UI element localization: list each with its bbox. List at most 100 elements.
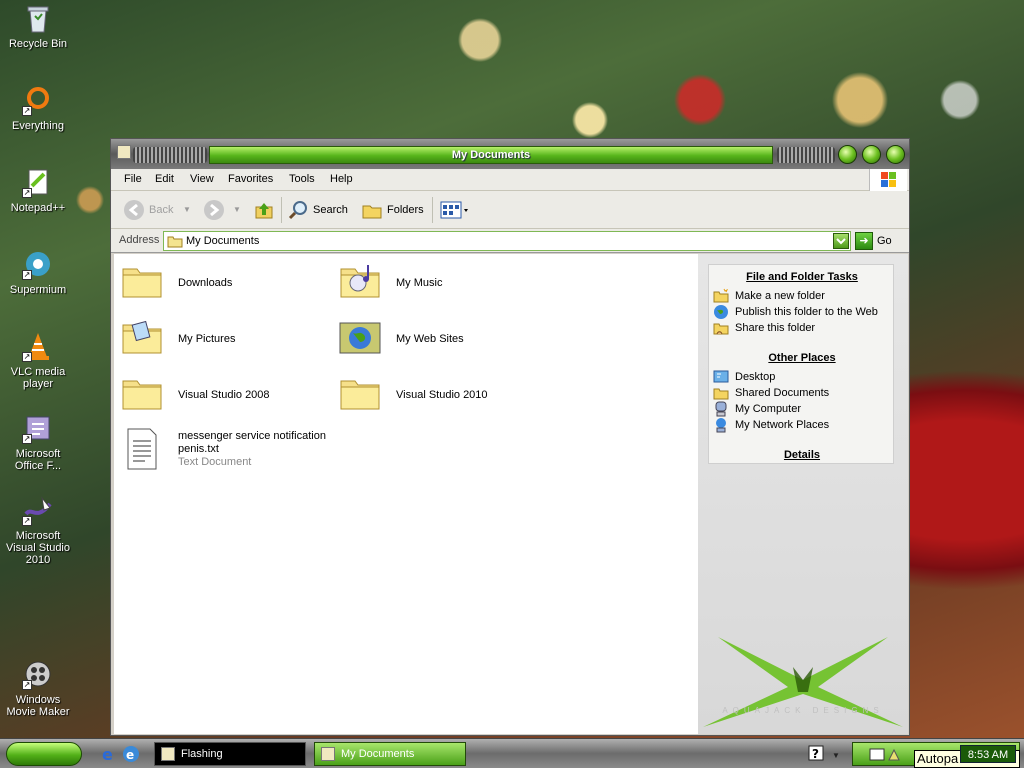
search-icon xyxy=(288,201,307,220)
clock[interactable]: 8:53 AM xyxy=(960,745,1016,763)
views-button[interactable] xyxy=(439,197,473,223)
taskbar-button-flashing[interactable]: Flashing xyxy=(154,742,306,766)
folder-window-icon[interactable] xyxy=(117,145,131,159)
list-item-my-web-sites[interactable]: My Web Sites xyxy=(338,316,548,362)
desktop-icon-label: VLC media player xyxy=(10,366,66,390)
task-pane: File and Folder Tasks Make a new folder … xyxy=(698,254,908,734)
folder-icon xyxy=(120,261,168,305)
svg-text:e: e xyxy=(102,745,113,763)
tray-network-icon[interactable] xyxy=(887,747,903,763)
menu-edit[interactable]: Edit xyxy=(155,173,174,185)
file-name: My Web Sites xyxy=(396,332,464,345)
vlc-cone-icon: ↗ xyxy=(22,330,54,362)
address-field[interactable]: My Documents xyxy=(163,231,851,251)
menu-file[interactable]: File xyxy=(124,173,142,185)
back-dropdown-icon[interactable]: ▼ xyxy=(183,205,191,214)
recycle-bin-icon xyxy=(22,2,54,34)
list-item-visual-studio-2008[interactable]: Visual Studio 2008 xyxy=(120,372,330,418)
other-places-heading[interactable]: Other Places xyxy=(709,352,895,364)
shortcut-arrow-icon: ↗ xyxy=(22,188,32,198)
up-folder-button[interactable] xyxy=(253,197,279,223)
svg-text:e: e xyxy=(126,748,134,762)
desktop-icon-label: Microsoft Visual Studio 2010 xyxy=(5,530,70,566)
back-button[interactable]: Back xyxy=(123,197,173,223)
window-icon xyxy=(161,747,175,761)
file-name: My Pictures xyxy=(178,332,236,345)
browser-quicklaunch-icon[interactable]: e xyxy=(122,745,140,763)
new-folder-icon xyxy=(713,288,729,303)
documents-folder-icon xyxy=(167,236,183,248)
file-name: Visual Studio 2008 xyxy=(178,388,270,401)
place-my-computer[interactable]: My Computer xyxy=(713,401,801,417)
desktop-icon-label: Everything xyxy=(12,120,64,132)
close-button[interactable] xyxy=(886,145,905,164)
address-dropdown-button[interactable] xyxy=(833,233,849,249)
menu-view[interactable]: View xyxy=(190,173,214,185)
list-item-text-document[interactable]: messenger service notification penis.txt… xyxy=(120,426,340,472)
desktop-icon-vlc[interactable]: ↗ VLC media player xyxy=(0,330,76,390)
forward-dropdown-icon[interactable]: ▼ xyxy=(233,205,241,214)
title-bar[interactable]: My Documents xyxy=(111,139,909,169)
up-folder-icon xyxy=(255,203,273,219)
help-icon[interactable]: ? xyxy=(808,745,824,763)
task-pane-box: File and Folder Tasks Make a new folder … xyxy=(708,264,894,464)
list-item-visual-studio-2010[interactable]: Visual Studio 2010 xyxy=(338,372,548,418)
place-label: My Network Places xyxy=(735,419,830,431)
pictures-folder-icon xyxy=(120,317,168,361)
taskbar: e e Flashing My Documents ? ▼ xyxy=(0,738,1024,768)
shortcut-arrow-icon: ↗ xyxy=(22,516,32,526)
brand-text: AQUAJACK DESIGNS xyxy=(722,706,884,715)
desktop-icon-everything[interactable]: ↗ Everything xyxy=(0,84,76,132)
taskbar-button-my-documents[interactable]: My Documents xyxy=(314,742,466,766)
desktop-icon-notepad-plus[interactable]: ↗ Notepad++ xyxy=(0,166,76,214)
task-label: My Documents xyxy=(341,748,415,760)
place-shared-documents[interactable]: Shared Documents xyxy=(713,385,829,401)
place-desktop[interactable]: Desktop xyxy=(713,369,775,385)
folder-window-icon xyxy=(321,747,335,761)
shortcut-arrow-icon: ↗ xyxy=(22,680,32,690)
tray-dropdown-icon[interactable]: ▼ xyxy=(832,751,840,760)
list-item-downloads[interactable]: Downloads xyxy=(120,260,330,306)
file-name: Visual Studio 2010 xyxy=(396,388,488,401)
list-item-my-pictures[interactable]: My Pictures xyxy=(120,316,330,362)
address-label: Address xyxy=(119,234,160,246)
forward-button[interactable] xyxy=(203,197,229,223)
file-name: Downloads xyxy=(178,276,233,289)
task-label: Flashing xyxy=(181,748,223,760)
shared-documents-icon xyxy=(713,388,729,400)
internet-explorer-icon[interactable]: e xyxy=(100,745,118,763)
tray-window-icon[interactable] xyxy=(869,747,885,763)
start-button[interactable] xyxy=(6,742,82,766)
shortcut-arrow-icon: ↗ xyxy=(22,352,32,362)
menu-help[interactable]: Help xyxy=(330,173,353,185)
toolbar-separator xyxy=(432,197,433,223)
place-my-network-places[interactable]: My Network Places xyxy=(713,417,829,433)
shortcut-arrow-icon: ↗ xyxy=(22,434,32,444)
menu-tools[interactable]: Tools xyxy=(289,173,315,185)
menu-favorites[interactable]: Favorites xyxy=(228,173,273,185)
details-heading[interactable]: Details xyxy=(709,449,895,461)
minimize-button[interactable] xyxy=(838,145,857,164)
desktop-icon-office[interactable]: ↗ Microsoft Office F... xyxy=(0,412,76,472)
titlebar-grill-decoration xyxy=(133,147,207,163)
task-publish-to-web[interactable]: Publish this folder to the Web xyxy=(713,304,878,320)
address-bar: Address My Documents ➜ Go xyxy=(111,229,909,253)
task-share-folder[interactable]: Share this folder xyxy=(713,320,815,336)
maximize-button[interactable] xyxy=(862,145,881,164)
x-logo-icon xyxy=(703,637,903,727)
go-button[interactable]: ➜ Go xyxy=(855,232,892,250)
folders-label: Folders xyxy=(387,204,424,216)
place-label: My Computer xyxy=(735,403,802,415)
list-item-my-music[interactable]: My Music xyxy=(338,260,548,306)
task-make-new-folder[interactable]: Make a new folder xyxy=(713,288,825,304)
desktop-icon-recycle-bin[interactable]: Recycle Bin xyxy=(0,2,76,50)
search-button[interactable]: Search xyxy=(287,197,348,223)
desktop-icon-movie-maker[interactable]: ↗ Windows Movie Maker xyxy=(0,658,76,718)
folder-icon xyxy=(120,373,168,417)
desktop-icon-supermium[interactable]: ↗ Supermium xyxy=(0,248,76,296)
folders-button[interactable]: Folders xyxy=(361,197,424,223)
file-type: Text Document xyxy=(178,455,252,468)
desktop-icon-visual-studio[interactable]: ↗ Microsoft Visual Studio 2010 xyxy=(0,494,76,566)
file-folder-tasks-heading[interactable]: File and Folder Tasks xyxy=(709,271,895,283)
notepad-plus-icon: ↗ xyxy=(22,166,54,198)
